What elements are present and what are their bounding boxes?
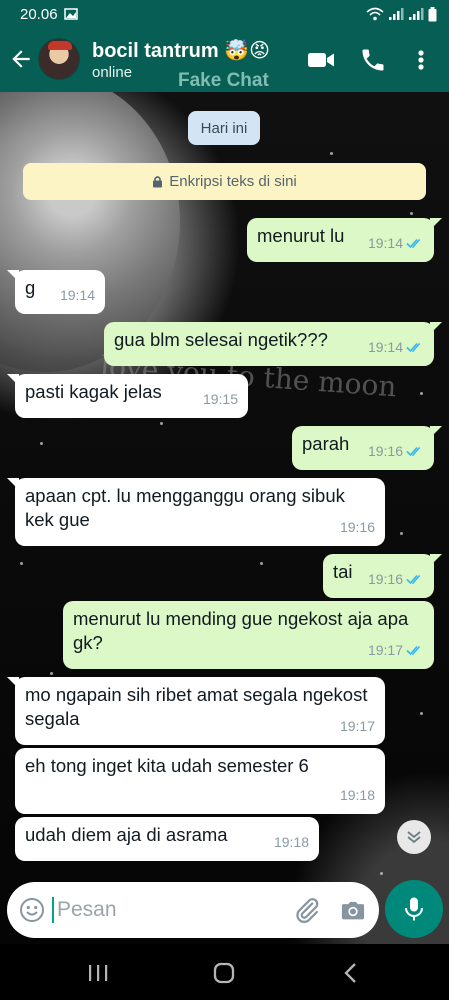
message-meta: 19:17 <box>368 638 424 662</box>
scroll-down-icon <box>407 831 421 844</box>
message-meta: 19:18 <box>274 830 309 854</box>
message-time: 19:18 <box>339 787 375 803</box>
message-time: 19:16 <box>367 443 403 459</box>
emoji-icon[interactable] <box>19 897 45 923</box>
contact-status: online <box>92 64 133 81</box>
message-text: gua blm selesai ngetik??? <box>114 329 328 350</box>
message-meta: 19:14 <box>368 335 424 359</box>
outgoing-message[interactable]: menurut lu 19:14 <box>247 218 442 262</box>
date-chip: Hari ini <box>188 111 260 145</box>
message-meta: 19:16 <box>368 439 424 463</box>
signal-icon-2 <box>409 8 424 20</box>
chat-header: bocil tantrum 🤯😡 online Fake Chat <box>0 28 449 92</box>
message-composer <box>7 882 379 938</box>
mic-button[interactable] <box>385 880 443 938</box>
encryption-notice-text: Enkripsi teks di sini <box>169 173 297 190</box>
read-receipt-icon <box>406 645 421 656</box>
message-text: g <box>25 277 36 298</box>
incoming-message[interactable]: mo ngapain sih ribet amat segala ngekost… <box>7 677 385 745</box>
encryption-notice[interactable]: Enkripsi teks di sini <box>23 163 426 200</box>
camera-icon[interactable] <box>339 896 367 924</box>
message-time: 19:17 <box>339 718 375 734</box>
message-time: 19:16 <box>367 571 403 587</box>
message-time: 19:17 <box>367 642 403 658</box>
star <box>330 152 333 155</box>
outgoing-message[interactable]: parah 19:16 <box>292 426 442 470</box>
star <box>400 532 403 535</box>
star <box>260 562 263 565</box>
message-time: 19:18 <box>273 834 309 850</box>
incoming-message[interactable]: pasti kagak jelas 19:15 <box>7 374 248 418</box>
message-meta: 19:17 <box>340 714 375 738</box>
incoming-message[interactable]: eh tong inget kita udah semester 6 19:18 <box>15 748 385 814</box>
message-text: tai <box>333 561 353 582</box>
read-receipt-icon <box>406 574 421 585</box>
message-meta: 19:14 <box>60 283 95 307</box>
message-time: 19:14 <box>59 287 95 303</box>
status-bar: 20.06 <box>0 0 449 28</box>
scroll-to-bottom-button[interactable] <box>397 820 431 854</box>
more-options-icon[interactable] <box>414 46 428 74</box>
fake-chat-watermark: Fake Chat <box>178 70 269 91</box>
read-receipt-icon <box>406 446 421 457</box>
message-meta: 19:14 <box>368 231 424 255</box>
star <box>50 672 53 675</box>
outgoing-message[interactable]: menurut lu mending gue ngekost aja apa g… <box>63 601 434 669</box>
signal-icon-1 <box>389 8 404 20</box>
message-text: eh tong inget kita udah semester 6 <box>25 755 309 776</box>
incoming-message[interactable]: apaan cpt. lu mengganggu orang sibuk kek… <box>7 478 385 546</box>
star <box>160 422 163 425</box>
message-text: apaan cpt. lu mengganggu orang sibuk kek… <box>25 485 345 530</box>
battery-icon <box>428 6 437 21</box>
wifi-icon <box>366 7 384 21</box>
text-caret <box>52 897 54 923</box>
recents-icon[interactable] <box>85 960 111 986</box>
message-text: parah <box>302 433 350 454</box>
message-meta: 19:18 <box>340 783 375 807</box>
star <box>420 392 423 395</box>
back-arrow-icon[interactable] <box>8 46 34 72</box>
lock-icon <box>153 176 163 188</box>
message-text: udah diem aja di asrama <box>25 824 228 845</box>
outgoing-message[interactable]: tai 19:16 <box>323 554 442 598</box>
mic-icon <box>405 897 423 921</box>
message-time: 19:14 <box>367 235 403 251</box>
home-icon[interactable] <box>211 960 237 986</box>
video-call-icon[interactable] <box>306 46 336 74</box>
attach-icon[interactable] <box>293 896 321 924</box>
nav-back-icon[interactable] <box>338 960 364 986</box>
message-text: mo ngapain sih ribet amat segala ngekost… <box>25 684 368 729</box>
message-text: menurut lu mending gue ngekost aja apa g… <box>73 608 409 653</box>
avatar[interactable] <box>38 38 80 80</box>
message-text: menurut lu <box>257 225 345 246</box>
star <box>40 442 43 445</box>
phone-call-icon[interactable] <box>358 46 388 74</box>
incoming-message[interactable]: g 19:14 <box>7 270 105 314</box>
star <box>420 712 423 715</box>
contact-name[interactable]: bocil tantrum 🤯😡 <box>92 38 270 63</box>
star <box>20 562 23 565</box>
status-time: 20.06 <box>20 5 58 23</box>
outgoing-message[interactable]: gua blm selesai ngetik??? 19:14 <box>104 322 442 366</box>
read-receipt-icon <box>406 342 421 353</box>
message-meta: 19:16 <box>340 515 375 539</box>
read-receipt-icon <box>406 238 421 249</box>
system-nav-bar <box>0 944 449 1000</box>
message-time: 19:14 <box>367 339 403 355</box>
message-meta: 19:15 <box>203 387 238 411</box>
incoming-message[interactable]: udah diem aja di asrama 19:18 <box>15 817 319 861</box>
star <box>410 212 413 215</box>
star <box>380 872 383 875</box>
message-time: 19:15 <box>202 391 238 407</box>
message-text: pasti kagak jelas <box>25 381 162 402</box>
message-time: 19:16 <box>339 519 375 535</box>
gallery-notification-icon <box>63 8 78 20</box>
message-meta: 19:16 <box>368 567 424 591</box>
message-input[interactable] <box>57 894 277 926</box>
